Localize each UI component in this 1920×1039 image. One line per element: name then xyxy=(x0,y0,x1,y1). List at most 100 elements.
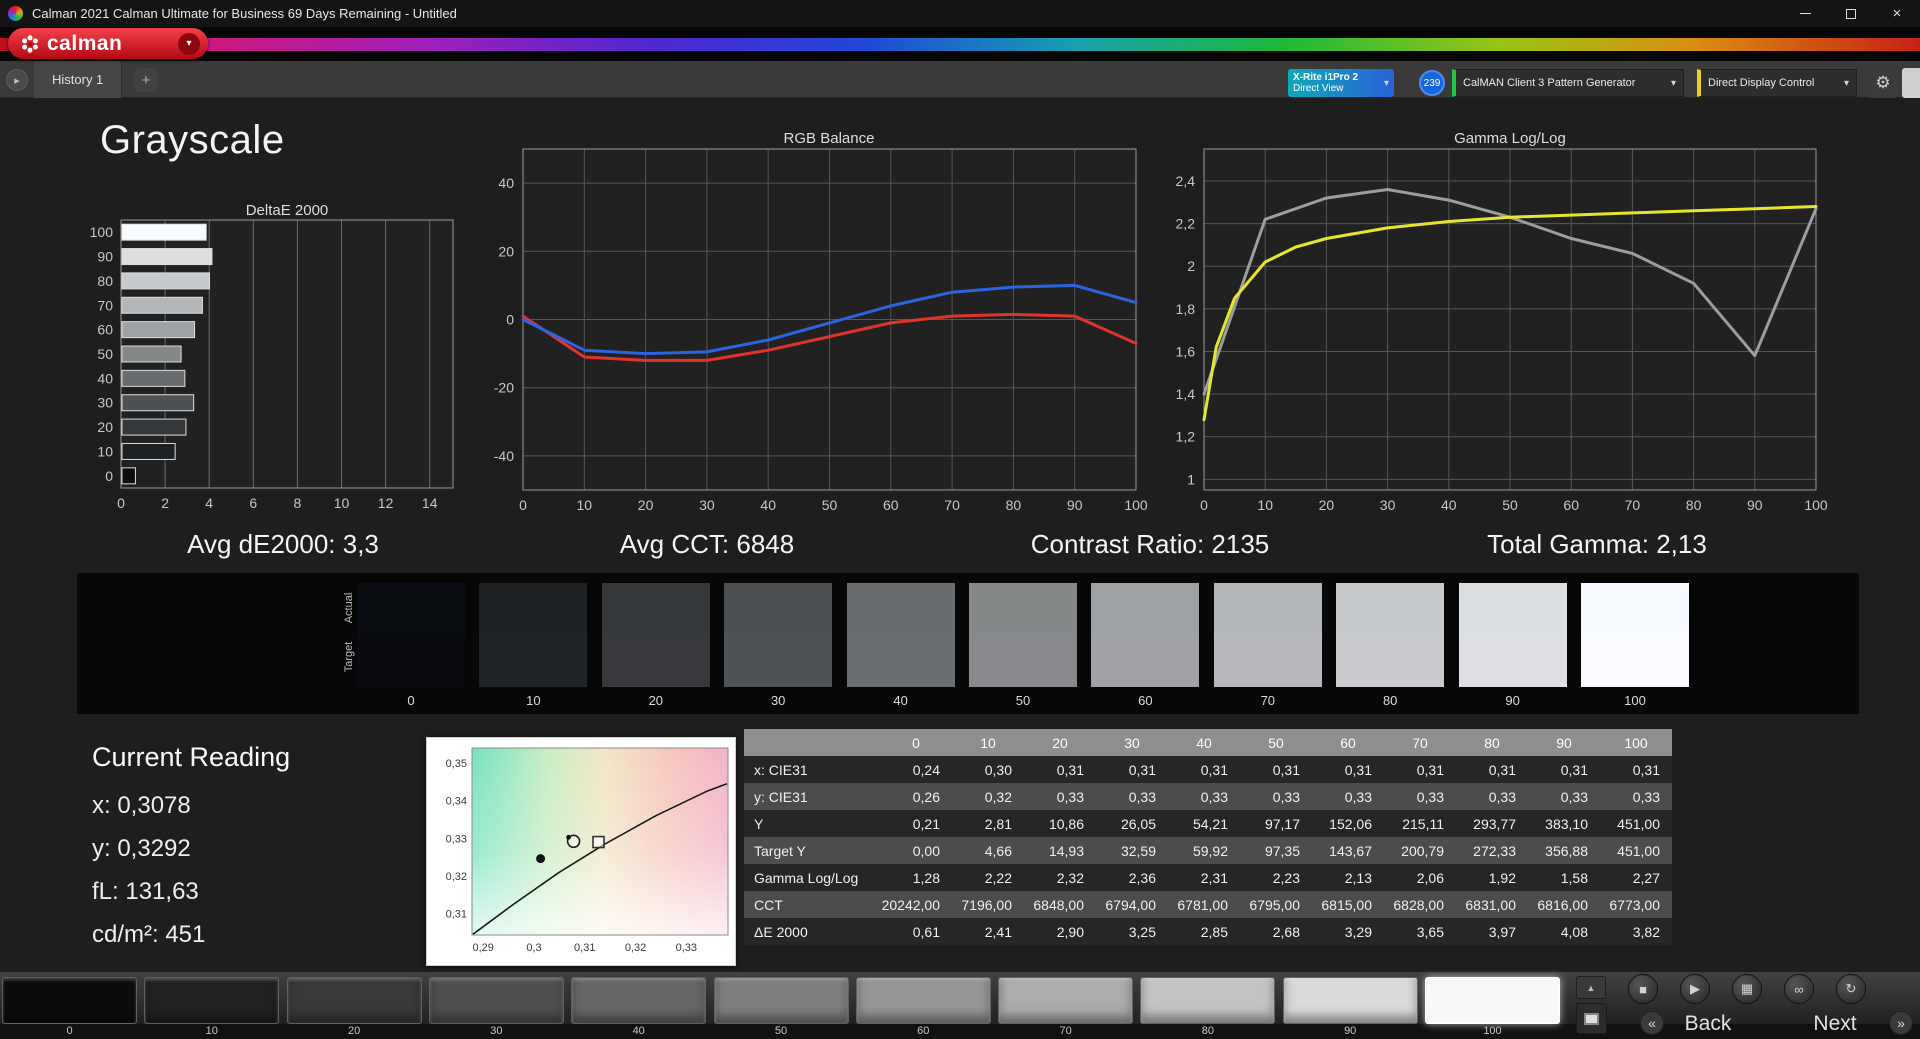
play-button[interactable]: ▶ xyxy=(1680,974,1710,1004)
svg-text:-40: -40 xyxy=(494,448,514,464)
meter-selector[interactable]: X-Rite i1Pro 2 Direct View ▾ xyxy=(1288,69,1394,97)
table-cell: 293,77 xyxy=(1456,810,1528,837)
pattern-patch-50[interactable] xyxy=(713,977,849,1024)
svg-text:8: 8 xyxy=(294,495,302,511)
settings-gear-button[interactable]: ⚙ xyxy=(1868,68,1898,98)
pattern-patch-90[interactable] xyxy=(1282,977,1418,1024)
table-cell: 26,05 xyxy=(1096,810,1168,837)
svg-text:30: 30 xyxy=(1380,497,1396,513)
swatch-label: 60 xyxy=(1138,693,1153,708)
swatch-target xyxy=(1581,633,1689,687)
swatch-target xyxy=(601,633,710,687)
current-reading-fl: fL: 131,63 xyxy=(92,878,199,905)
table-cell: 0,33 xyxy=(1168,783,1240,810)
table-row: ΔE 2000 0,61 2,41 2,90 3,25 2,85 2,68 3,29 3,65 3… xyxy=(744,918,1672,945)
table-cell: 6773,00 xyxy=(1600,891,1672,918)
svg-text:80: 80 xyxy=(1686,497,1702,513)
patch-label: 10 xyxy=(205,1025,218,1037)
table-cell: 0,31 xyxy=(1384,756,1456,783)
table-row: Y 0,21 2,81 10,86 26,05 54,21 97,17 152,06 215,1… xyxy=(744,810,1672,837)
save-button[interactable]: ▦ xyxy=(1732,974,1762,1004)
current-reading-y: y: 0,3292 xyxy=(92,835,191,862)
pattern-patch-60[interactable] xyxy=(855,977,991,1024)
grayscale-swatch-100 xyxy=(1581,583,1689,687)
pattern-generator-label: CalMAN Client 3 Pattern Generator xyxy=(1463,77,1636,89)
pattern-generator-selector[interactable]: CalMAN Client 3 Pattern Generator ▾ xyxy=(1452,69,1684,97)
pattern-patch-80[interactable] xyxy=(1140,977,1276,1024)
swatch-label: 20 xyxy=(648,693,664,708)
window-controls: × xyxy=(1782,0,1920,27)
table-cell: 143,67 xyxy=(1312,837,1384,864)
svg-text:10: 10 xyxy=(334,495,350,511)
table-cell: 54,21 xyxy=(1168,810,1240,837)
pattern-patch-0[interactable] xyxy=(2,977,137,1024)
add-tab-button[interactable]: + xyxy=(134,68,158,92)
history-panel-toggle[interactable]: ▸ xyxy=(6,69,28,91)
table-cell: 2,06 xyxy=(1384,864,1456,891)
grayscale-swatch-20 xyxy=(601,583,710,687)
minimize-button[interactable] xyxy=(1782,0,1828,27)
loop-button[interactable]: ∞ xyxy=(1784,974,1814,1004)
table-cell: 0,31 xyxy=(1096,756,1168,783)
table-cell: 1,28 xyxy=(880,864,952,891)
svg-text:0: 0 xyxy=(506,312,514,328)
stop-button[interactable]: ■ xyxy=(1628,974,1658,1004)
swatch-actual xyxy=(724,583,833,633)
pattern-patch-100[interactable] xyxy=(1425,977,1560,1024)
swatch-label: 10 xyxy=(526,693,541,708)
swatch-target xyxy=(1336,633,1445,687)
svg-text:0: 0 xyxy=(105,468,113,484)
close-button[interactable]: × xyxy=(1874,0,1920,27)
chevron-down-icon: ▾ xyxy=(1670,77,1676,89)
pattern-patch-10[interactable] xyxy=(144,977,280,1024)
deltae-bar-50 xyxy=(121,345,182,363)
collapse-panel-button[interactable] xyxy=(1902,68,1920,98)
svg-text:50: 50 xyxy=(97,346,113,362)
pattern-patch-40[interactable] xyxy=(571,977,707,1024)
svg-text:2,4: 2,4 xyxy=(1176,173,1196,189)
svg-text:40: 40 xyxy=(97,370,113,386)
pattern-window-icon xyxy=(1584,1012,1599,1025)
patch-label: 20 xyxy=(347,1025,361,1037)
svg-text:70: 70 xyxy=(944,497,960,513)
svg-text:1,6: 1,6 xyxy=(1176,343,1196,359)
back-chevron-button[interactable]: « xyxy=(1640,1011,1664,1035)
current-reading-x: x: 0,3078 xyxy=(92,792,191,819)
tab-history-1[interactable]: History 1 xyxy=(34,61,123,98)
table-cell: 0,61 xyxy=(880,918,952,945)
pattern-patch-70[interactable] xyxy=(998,977,1134,1024)
swatch-actual xyxy=(1581,583,1689,633)
refresh-button[interactable]: ↻ xyxy=(1836,974,1866,1004)
svg-text:40: 40 xyxy=(498,175,514,191)
table-col-header: 10 xyxy=(952,729,1024,756)
next-chevron-button[interactable]: » xyxy=(1889,1011,1913,1035)
table-cell: 451,00 xyxy=(1600,837,1672,864)
table-cell: 0,21 xyxy=(880,810,952,837)
logo-menu-dropdown[interactable]: ▾ xyxy=(178,32,200,55)
pattern-patch-20[interactable] xyxy=(286,977,422,1024)
collapse-up-button[interactable]: ▲ xyxy=(1576,976,1606,999)
measured-point xyxy=(536,854,546,864)
pattern-patch-30[interactable] xyxy=(428,977,564,1024)
next-button[interactable]: Next xyxy=(1790,1012,1880,1036)
svg-text:20: 20 xyxy=(638,497,654,513)
swatch-target xyxy=(1091,633,1200,687)
svg-text:0,34: 0,34 xyxy=(446,796,467,808)
table-cell: 2,22 xyxy=(952,864,1024,891)
table-cell: 6816,00 xyxy=(1528,891,1600,918)
tab-history-1-label: History 1 xyxy=(52,72,104,87)
table-cell: 3,29 xyxy=(1312,918,1384,945)
maximize-button[interactable] xyxy=(1828,0,1874,27)
table-row-label: ΔE 2000 xyxy=(744,918,880,945)
table-cell: 0,33 xyxy=(1384,783,1456,810)
table-row-label: x: CIE31 xyxy=(744,756,880,783)
pattern-window-button[interactable] xyxy=(1576,1003,1607,1034)
svg-text:80: 80 xyxy=(1006,497,1022,513)
svg-text:40: 40 xyxy=(760,497,776,513)
calman-logo-button[interactable]: calman ▾ xyxy=(8,28,208,59)
deltae-bar-90 xyxy=(121,248,213,266)
display-control-selector[interactable]: Direct Display Control ▾ xyxy=(1697,69,1857,97)
back-button[interactable]: Back xyxy=(1663,1012,1753,1036)
svg-text:100: 100 xyxy=(1804,497,1828,513)
table-cell: 10,86 xyxy=(1024,810,1096,837)
